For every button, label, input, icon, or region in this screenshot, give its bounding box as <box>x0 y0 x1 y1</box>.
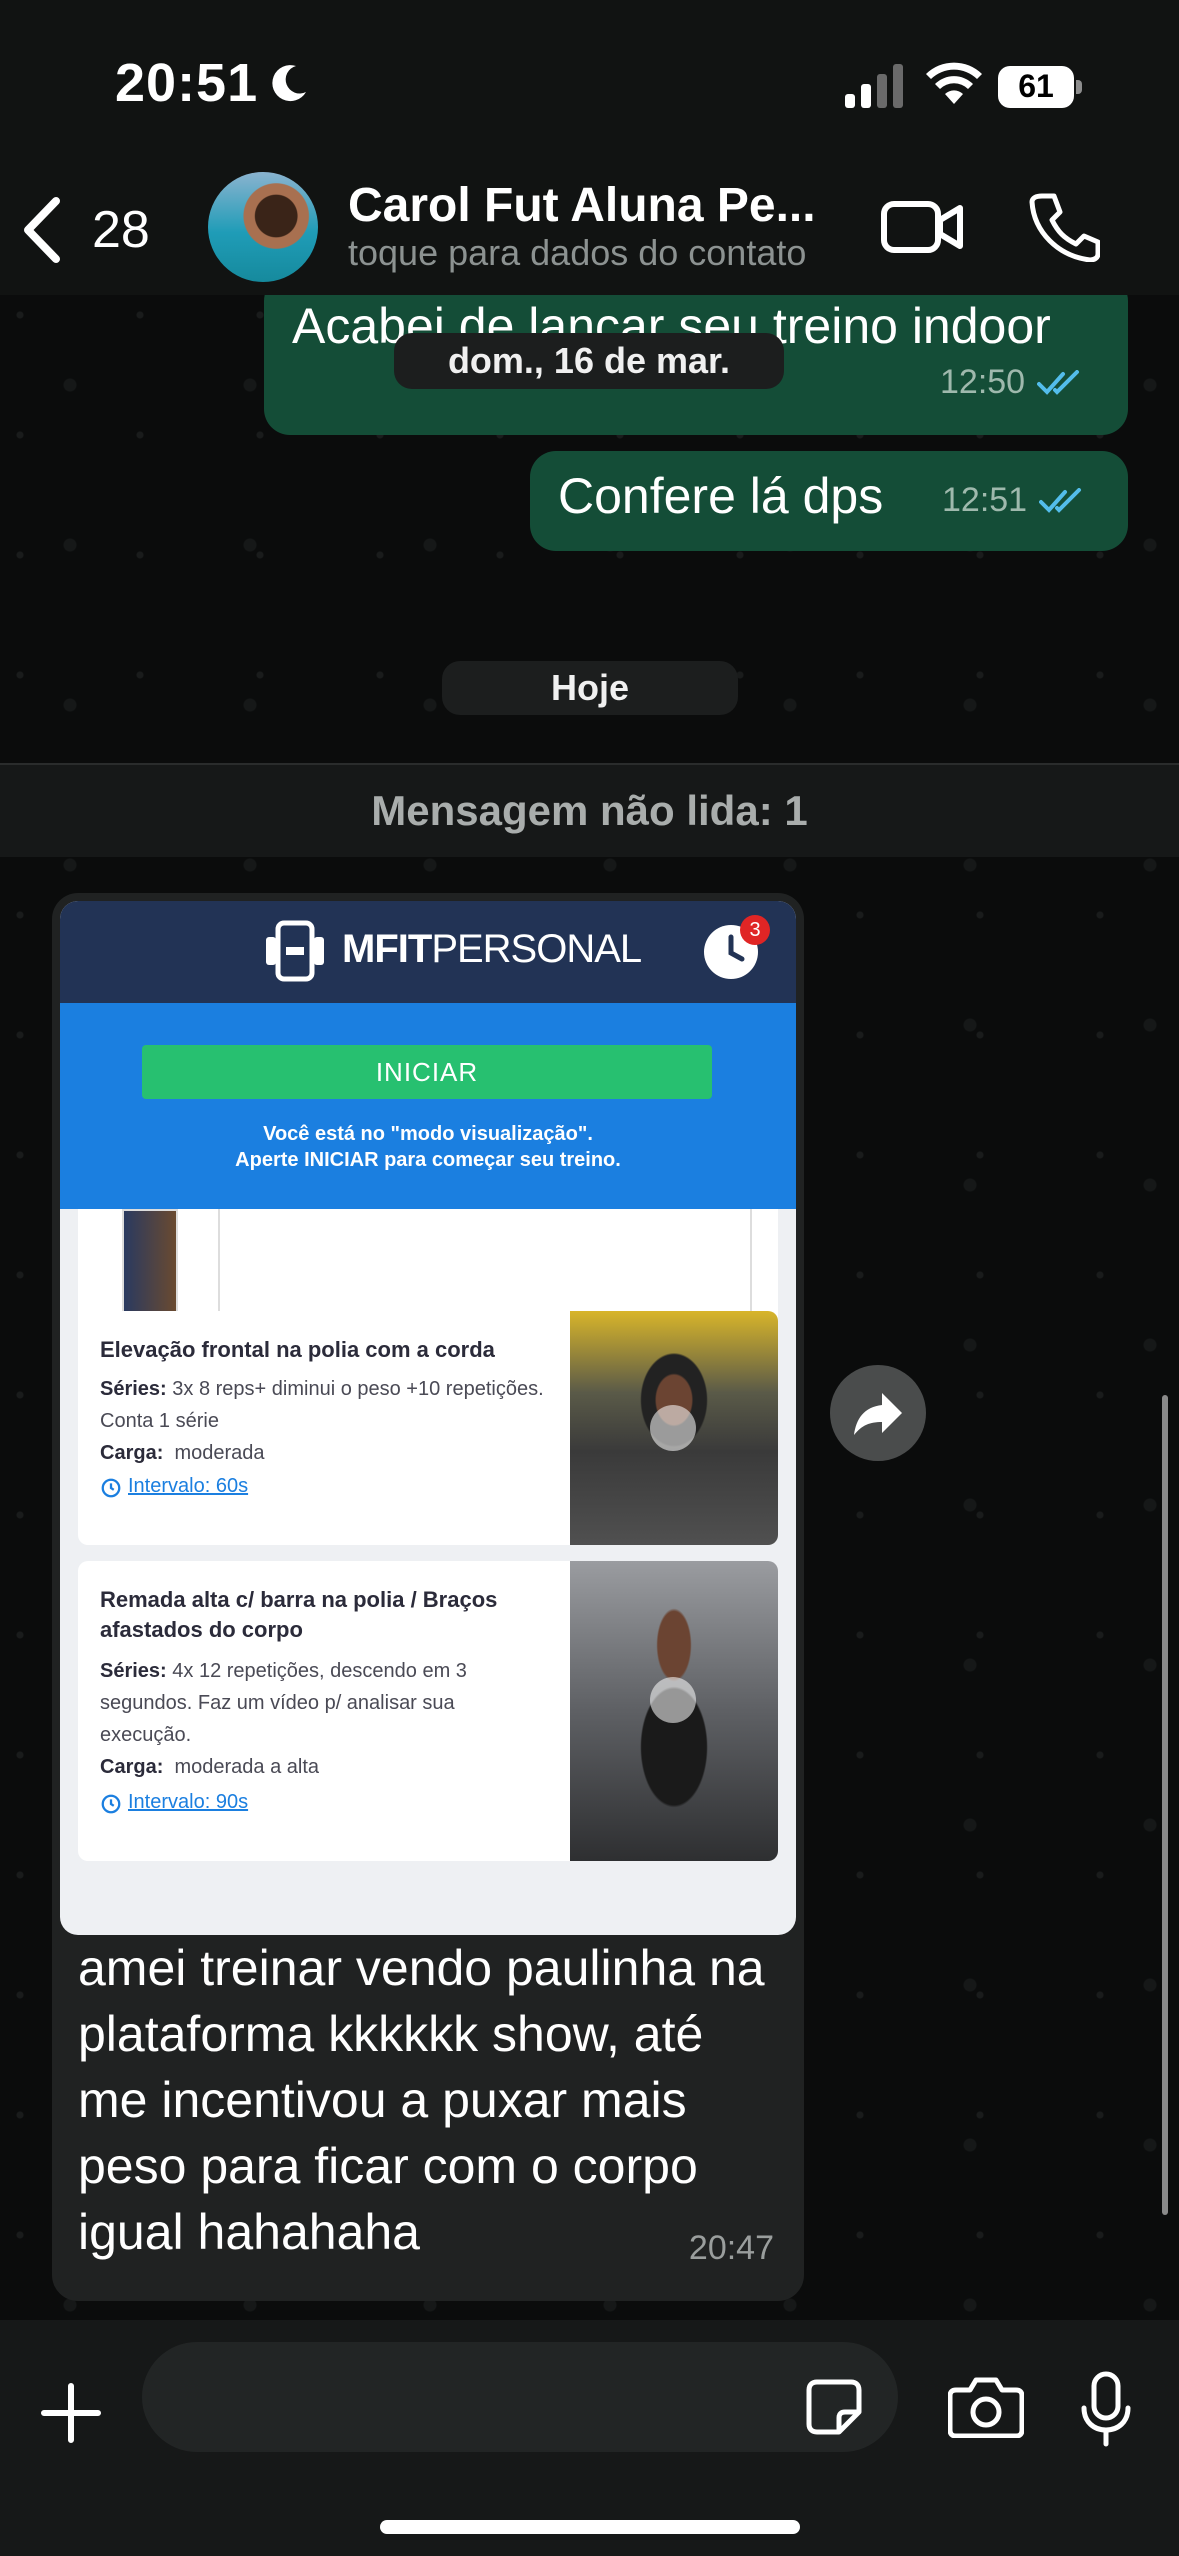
mfit-header: MFITPERSONAL 3 <box>60 901 796 1003</box>
back-button[interactable]: 28 <box>20 190 170 270</box>
forward-button[interactable] <box>830 1365 926 1461</box>
chevron-left-icon <box>24 197 60 263</box>
message-meta: 12:50 <box>940 363 1085 402</box>
plus-icon[interactable] <box>40 2382 102 2444</box>
message-time: 12:50 <box>940 363 1026 401</box>
dumbbell-logo-icon <box>266 920 324 982</box>
mfit-note-line2: Aperte INICIAR para começar seu treino. <box>235 1149 621 1171</box>
moon-icon <box>272 65 306 102</box>
mfit-brand-bold: MFIT <box>342 927 432 971</box>
microphone-icon[interactable] <box>1078 2370 1134 2448</box>
mfit-start-button: INICIAR <box>142 1045 712 1099</box>
date-pill-today: Hoje <box>442 661 738 715</box>
scrollbar-thumb[interactable] <box>1162 1395 1168 2215</box>
exercise-series: Séries: 3x 8 reps+ diminui o peso +10 re… <box>100 1378 544 1432</box>
exercise-title: Elevação frontal na polia com a corda <box>100 1337 495 1362</box>
status-bar: 20:51 61 <box>0 0 1179 160</box>
battery-indicator: 61 <box>998 66 1082 108</box>
status-time: 20:51 <box>115 53 259 113</box>
message-caption: amei treinar vendo paulinha na plataform… <box>78 1940 765 2260</box>
read-ticks-icon <box>1037 369 1080 395</box>
mfit-note-line1: Você está no "modo visualização". <box>263 1123 593 1145</box>
mfit-brand: MFITPERSONAL <box>342 927 642 972</box>
message-input[interactable] <box>142 2342 898 2452</box>
avatar[interactable] <box>208 172 318 282</box>
exercise-load: Carga: moderada <box>100 1442 265 1464</box>
exercise-photo <box>570 1561 778 1861</box>
exercise-photo <box>570 1311 778 1545</box>
signal-icon <box>845 64 903 108</box>
exercise-interval: Intervalo: 60s <box>128 1475 249 1497</box>
unread-chats-count: 28 <box>92 201 150 259</box>
outgoing-message[interactable]: Confere lá dps 12:51 <box>530 451 1128 551</box>
message-image[interactable]: MFITPERSONAL 3 INICIAR Você está no "mod… <box>60 901 796 1935</box>
exercise-card: Remada alta c/ barra na polia / Braços a… <box>78 1561 778 1861</box>
message-text: Confere lá dps <box>558 468 884 524</box>
message-meta: 12:51 <box>942 481 1087 520</box>
chat-header: 28 Carol Fut Aluna Pe... toque para dado… <box>0 160 1179 295</box>
battery-cap <box>1076 80 1082 94</box>
play-icon <box>650 1677 696 1723</box>
chat-area[interactable]: Acabei de lançar seu treino indoor 12:50… <box>0 295 1179 2320</box>
read-ticks-icon <box>1039 487 1082 513</box>
message-time: 20:47 <box>688 2229 774 2267</box>
home-indicator <box>380 2520 800 2534</box>
exercise-interval: Intervalo: 90s <box>128 1791 249 1813</box>
timer-icon <box>101 1794 121 1814</box>
wifi-icon <box>926 62 982 104</box>
input-bar <box>0 2320 1179 2556</box>
contact-name[interactable]: Carol Fut Aluna Pe... <box>348 178 848 233</box>
date-overlay: dom., 16 de mar. <box>394 333 784 389</box>
forward-icon <box>854 1393 902 1435</box>
video-call-icon[interactable] <box>880 190 964 262</box>
exercise-series: Séries: 4x 12 repetições, descendo em 3 … <box>100 1660 467 1746</box>
unread-label: Mensagem não lida: 1 <box>371 787 808 834</box>
exercise-card: Elevação frontal na polia com a corda Sé… <box>78 1311 778 1545</box>
exercise-load: Carga: moderada a alta <box>100 1756 320 1778</box>
notification-badge: 3 <box>740 915 770 945</box>
camera-icon[interactable] <box>948 2376 1024 2438</box>
mfit-brand-light: PERSONAL <box>431 927 642 971</box>
unread-divider: Mensagem não lida: 1 <box>0 763 1179 857</box>
mfit-note: Você está no "modo visualização". Aperte… <box>60 1121 796 1173</box>
message-time: 12:51 <box>942 481 1028 519</box>
sticker-icon[interactable] <box>805 2378 863 2436</box>
timer-icon <box>101 1478 121 1498</box>
contact-subtitle[interactable]: toque para dados do contato <box>348 232 806 274</box>
battery-percent: 61 <box>1018 68 1054 104</box>
incoming-message[interactable]: MFITPERSONAL 3 INICIAR Você está no "mod… <box>52 893 804 2301</box>
phone-call-icon[interactable] <box>1028 190 1100 262</box>
mfit-start-panel: INICIAR Você está no "modo visualização"… <box>60 1003 796 1209</box>
exercise-title: Remada alta c/ barra na polia / Braços a… <box>100 1587 498 1642</box>
play-icon <box>650 1405 696 1451</box>
